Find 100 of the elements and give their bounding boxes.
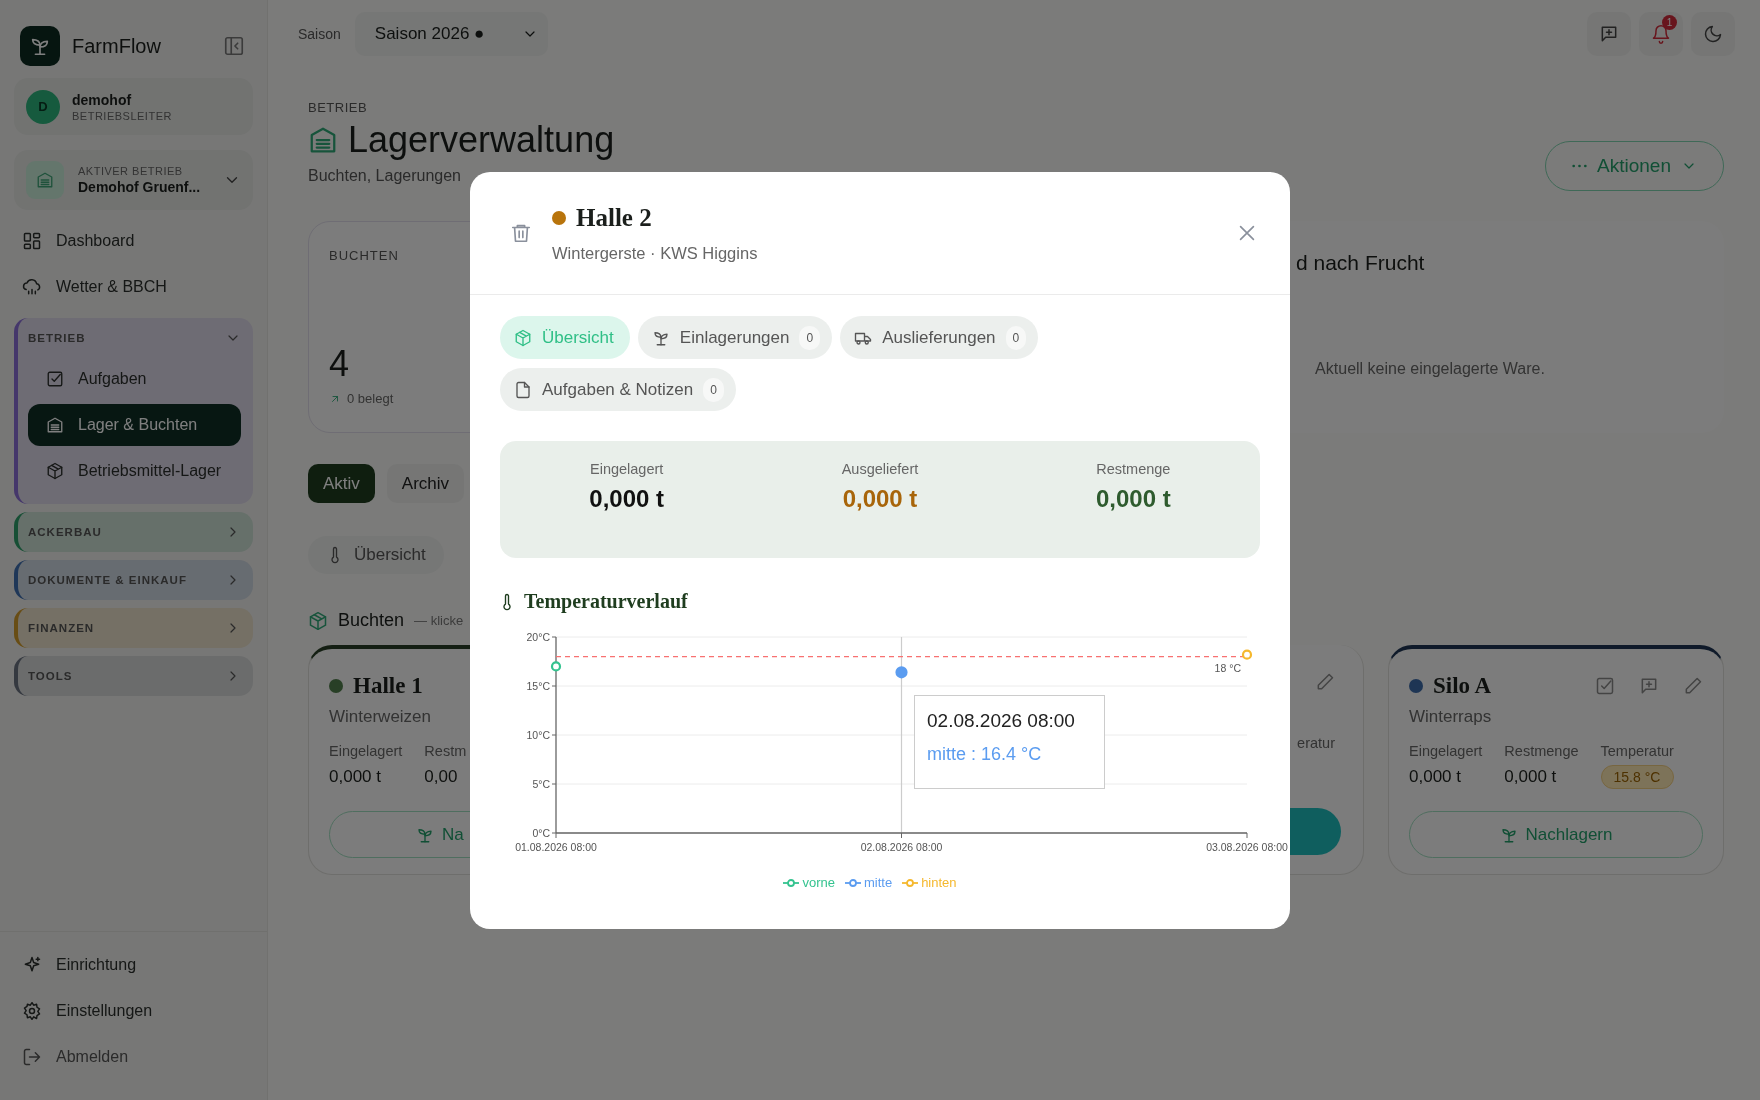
summary-label: Eingelagert xyxy=(590,461,664,477)
dialog-title: Halle 2 xyxy=(576,203,652,232)
bay-name: Silo A xyxy=(1433,673,1492,699)
x-tick-label: 02.08.2026 08:00 xyxy=(860,841,943,853)
dashboard-icon xyxy=(22,231,42,251)
brand-name: FarmFlow xyxy=(72,34,162,58)
threshold-label: 18 °C xyxy=(1214,661,1241,674)
bay-card[interactable]: Silo A Winterraps Eingelagert 0,000 t Restmenge 0,000 t Temperatur 15.8 °C Nachlagern xyxy=(1388,645,1724,875)
check-icon xyxy=(46,370,64,388)
bay-name: Halle 1 xyxy=(353,673,423,699)
sidebar-toggle-icon[interactable] xyxy=(223,35,245,57)
feedback-button[interactable] xyxy=(1587,12,1631,56)
warehouse-icon xyxy=(308,125,338,155)
count-badge: 0 xyxy=(799,325,821,350)
section-hint: — klicke xyxy=(414,613,464,628)
panel-title: d nach Frucht xyxy=(1296,251,1426,275)
nav-item[interactable]: Lager & Buchten xyxy=(28,404,241,446)
count-badge: 0 xyxy=(703,377,724,402)
page-subtitle: Buchten, Lagerungen xyxy=(308,167,462,185)
stat-label: Eingelagert xyxy=(1409,743,1483,759)
chart-title: Temperaturverlauf xyxy=(524,590,688,613)
filter-chip[interactable]: Übersicht xyxy=(308,536,444,574)
summary-label: Restmenge xyxy=(1096,461,1171,477)
notifications-button[interactable]: 1 xyxy=(1639,12,1683,56)
nav-group[interactable]: ACKERBAU xyxy=(14,512,253,552)
stat-label: BUCHTEN xyxy=(329,248,399,263)
nav-item[interactable]: Dashboard xyxy=(14,218,253,264)
summary-label: Ausgeliefert xyxy=(841,461,919,477)
group-label: TOOLS xyxy=(28,670,74,682)
summary-value: 0,000 t xyxy=(589,485,664,513)
moon-icon xyxy=(1703,24,1723,44)
stat-value: 0,00 xyxy=(424,767,459,787)
x-tick-label: 03.08.2026 08:00 xyxy=(1206,841,1288,853)
y-tick-label: 20°C xyxy=(526,631,550,643)
y-tick-label: 5°C xyxy=(532,778,550,790)
stat-value: 0,000 t xyxy=(1409,767,1462,787)
group-label: DOKUMENTE & EINKAUF xyxy=(28,574,188,586)
business-name: Demohof Gruenf... xyxy=(78,179,201,195)
section-title: Buchten xyxy=(338,610,405,631)
nav-group[interactable]: FINANZEN xyxy=(14,608,253,648)
stat-value: 4 xyxy=(329,343,350,385)
nav-item[interactable]: Abmelden xyxy=(14,1034,253,1080)
task-icon[interactable] xyxy=(1595,676,1615,696)
business-switcher[interactable]: AKTIVER BETRIEB Demohof Gruenf... xyxy=(14,150,253,210)
legend-marker-icon xyxy=(844,877,861,888)
theme-toggle[interactable] xyxy=(1691,12,1735,56)
warehouse-icon xyxy=(46,416,64,434)
temperature-badge: 15.8 °C xyxy=(1600,765,1674,789)
bay-crop: Winterraps xyxy=(1409,707,1493,727)
stat-value: 0,000 t xyxy=(329,767,382,787)
nav-group[interactable]: DOKUMENTE & EINKAUF xyxy=(14,560,253,600)
cloud-rain-icon xyxy=(22,277,42,297)
dialog-subtitle: Wintergerste · KWS Higgins xyxy=(552,243,759,263)
nav-item[interactable]: Aufgaben xyxy=(28,358,241,400)
nav-item[interactable]: Wetter & BBCH xyxy=(14,264,253,310)
user-avatar: D xyxy=(26,89,60,124)
delete-icon[interactable] xyxy=(510,222,532,244)
actions-button[interactable]: Aktionen xyxy=(1545,141,1724,191)
settings-icon xyxy=(22,1001,42,1021)
stat-value: 0,000 t xyxy=(1504,767,1558,787)
y-tick-label: 15°C xyxy=(526,680,550,692)
tab[interactable]: Einlagerungen 0 xyxy=(637,316,833,359)
count-badge: 0 xyxy=(1005,325,1027,350)
user-name: demohof xyxy=(72,91,133,108)
summary-value: 0,000 t xyxy=(842,485,918,513)
y-tick-label: 10°C xyxy=(526,729,550,741)
nav-item[interactable]: Einstellungen xyxy=(14,988,253,1034)
file-icon xyxy=(514,380,532,399)
nav-item[interactable]: Betriebsmittel-Lager xyxy=(28,450,241,492)
nav-group[interactable]: TOOLS xyxy=(14,656,253,696)
pencil-icon[interactable] xyxy=(1683,676,1703,696)
more-icon xyxy=(1572,164,1587,168)
user-card[interactable]: D demohof BETRIEBSLEITER xyxy=(14,78,253,135)
business-label: AKTIVER BETRIEB xyxy=(78,165,184,177)
pencil-icon[interactable] xyxy=(1315,672,1335,692)
tab[interactable]: Aufgaben & Notizen 0 xyxy=(500,368,736,411)
stat-label: Eingelagert xyxy=(329,743,403,759)
legend-item[interactable]: vorne xyxy=(783,875,835,890)
nav-item[interactable]: Einrichtung xyxy=(14,942,253,988)
user-role: BETRIEBSLEITER xyxy=(72,109,172,122)
tooltip-title: 02.08.2026 08:00 xyxy=(927,710,1076,732)
stat-note: 0 belegt xyxy=(347,391,394,406)
empty-message: Aktuell keine eingelagerte Ware. xyxy=(1315,360,1545,378)
tab[interactable]: Auslieferungen 0 xyxy=(840,316,1039,359)
legend-item[interactable]: mitte xyxy=(844,875,893,890)
tab[interactable]: Aktiv xyxy=(308,464,375,503)
season-select[interactable]: Saison 2026 ● xyxy=(354,12,548,56)
chat-plus-icon[interactable] xyxy=(1639,676,1659,696)
tab[interactable]: Übersicht xyxy=(500,316,630,359)
stat-label: eratur xyxy=(1297,735,1335,751)
tab[interactable]: Archiv xyxy=(386,464,465,503)
nav-group[interactable]: BETRIEB Aufgaben Lager & Buchten Betriebsmittel-Lager xyxy=(14,318,253,504)
stat-label: Restm xyxy=(424,743,467,759)
legend-marker-icon xyxy=(902,877,919,888)
stat-label: Restmenge xyxy=(1504,743,1579,759)
box-icon xyxy=(46,462,64,480)
logout-icon xyxy=(22,1047,42,1067)
season-label: Saison xyxy=(298,26,341,42)
x-tick-label: 01.08.2026 08:00 xyxy=(515,841,597,853)
bell-icon xyxy=(1651,24,1671,44)
